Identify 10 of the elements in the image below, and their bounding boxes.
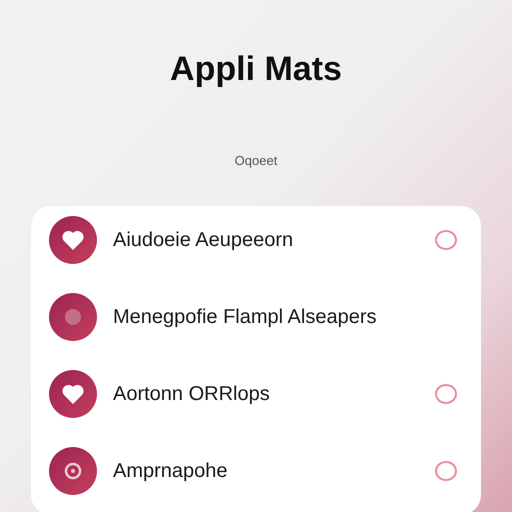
radio-button[interactable] xyxy=(435,461,457,481)
radio-button[interactable] xyxy=(435,384,457,404)
item-label: Menegpofie Flampl Alseapers xyxy=(113,306,378,328)
radio-button[interactable] xyxy=(435,230,457,250)
target-icon xyxy=(49,447,97,495)
item-label: Amprnapohe xyxy=(113,460,229,482)
item-label: Aortonn ORRlops xyxy=(113,382,271,406)
item-label: Aiudoeie Aeupeeorn xyxy=(113,228,294,252)
circle-icon xyxy=(49,293,97,341)
app-title: Appli Mats xyxy=(170,50,342,89)
